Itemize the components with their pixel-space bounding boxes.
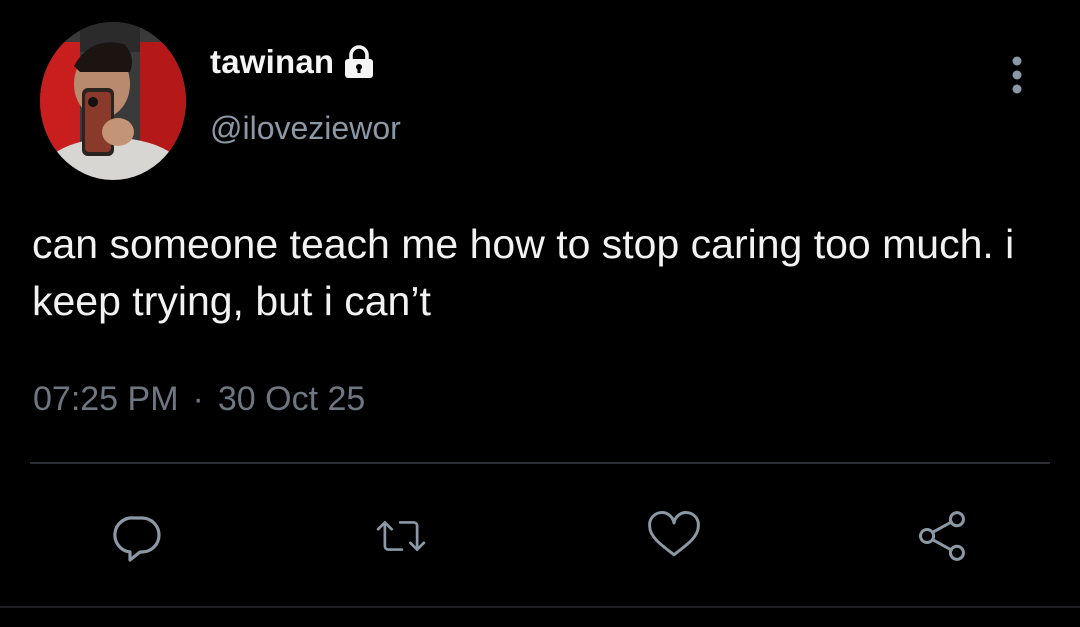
- tweet-text: can someone teach me how to stop caring …: [32, 221, 1026, 324]
- meta-separator: ·: [192, 380, 204, 418]
- avatar[interactable]: [40, 22, 186, 180]
- display-name[interactable]: tawinan: [210, 43, 334, 81]
- heart-icon: [648, 511, 700, 557]
- display-name-row: tawinan: [210, 42, 376, 82]
- like-button[interactable]: [646, 508, 702, 564]
- reply-button[interactable]: [110, 508, 166, 564]
- lock-icon: [342, 44, 376, 80]
- tweet-card: tawinan @iloveziewor can someone teach m…: [0, 0, 1080, 627]
- reply-icon: [113, 516, 161, 562]
- tweet-time[interactable]: 07:25 PM: [33, 380, 179, 419]
- retweet-button[interactable]: [373, 508, 429, 564]
- retweet-icon: [376, 521, 426, 551]
- share-button[interactable]: [914, 508, 970, 564]
- tweet-date[interactable]: 30 Oct 25: [218, 380, 365, 419]
- bottom-divider: [0, 606, 1080, 608]
- share-icon: [919, 511, 965, 561]
- tweet-meta: 07:25 PM · 30 Oct 25: [33, 380, 365, 419]
- user-handle[interactable]: @iloveziewor: [210, 110, 401, 147]
- divider: [30, 462, 1050, 464]
- more-vertical-icon[interactable]: [1004, 54, 1030, 96]
